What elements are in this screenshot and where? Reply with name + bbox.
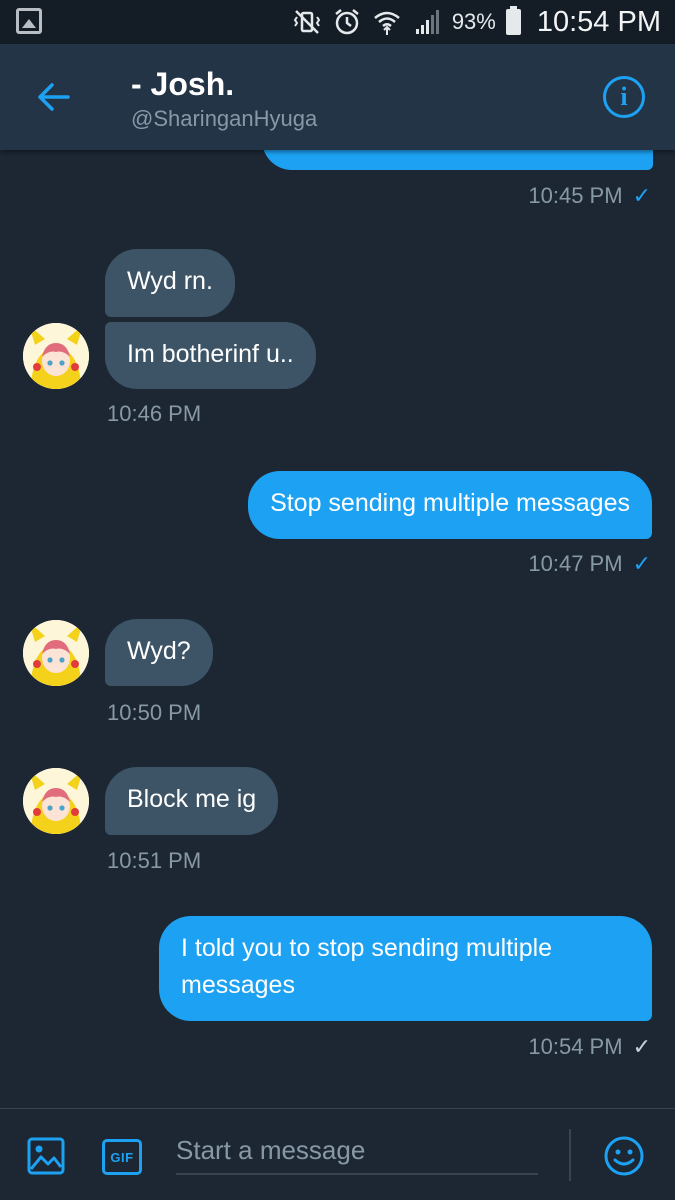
message-bubble-outgoing[interactable] [262, 150, 653, 170]
gallery-notification-icon [16, 8, 42, 34]
status-icons: 93% 10:54 PM [292, 0, 661, 44]
message-timestamp: 10:45 PM ✓ [528, 183, 651, 208]
contact-name[interactable]: - Josh. [131, 66, 234, 103]
avatar-image [23, 323, 89, 389]
add-photo-button[interactable] [27, 1137, 65, 1175]
contact-handle: @SharinganHyuga [131, 106, 318, 131]
divider [569, 1129, 571, 1181]
emoji-button[interactable] [603, 1135, 645, 1177]
signal-icon [415, 10, 439, 34]
smiley-icon [604, 1136, 644, 1176]
sent-check-icon: ✓ [632, 1034, 651, 1059]
battery-icon [505, 6, 521, 35]
vibrate-mute-icon [293, 10, 321, 34]
message-input[interactable] [176, 1127, 538, 1175]
avatar[interactable] [23, 323, 89, 389]
message-bubble-outgoing[interactable]: I told you to stop sending multiple mess… [159, 916, 652, 1021]
gif-button[interactable]: GIF [102, 1139, 142, 1175]
message-timestamp: 10:47 PM ✓ [528, 551, 651, 576]
alarm-icon [335, 9, 359, 35]
message-composer: GIF [0, 1108, 675, 1200]
message-bubble-incoming[interactable]: Im botherinf u.. [105, 322, 316, 389]
info-icon: i [620, 82, 628, 111]
message-timestamp: 10:51 PM [107, 848, 202, 873]
read-check-icon: ✓ [632, 551, 651, 576]
avatar[interactable] [23, 620, 89, 686]
avatar[interactable] [23, 768, 89, 834]
clock: 10:54 PM [536, 5, 661, 38]
image-icon [27, 1137, 65, 1175]
status-bar: 93% 10:54 PM [0, 0, 675, 44]
message-timestamp: 10:46 PM [107, 401, 202, 426]
back-button[interactable] [30, 74, 76, 120]
battery-percent: 93% [451, 9, 496, 34]
info-button[interactable]: i [603, 76, 645, 118]
message-bubble-incoming[interactable]: Block me ig [105, 767, 279, 835]
message-bubble-outgoing[interactable]: Stop sending multiple messages [248, 471, 652, 539]
message-list[interactable]: 10:45 PM ✓ Wyd rn. Im botherinf u.. 10:46… [0, 150, 675, 1108]
avatar-image [23, 620, 89, 686]
conversation-header: - Josh. @SharinganHyuga i [0, 44, 675, 150]
gif-icon: GIF [110, 1149, 134, 1165]
message-timestamp: 10:54 PM ✓ [528, 1034, 651, 1059]
arrow-left-icon [38, 83, 70, 111]
message-bubble-incoming[interactable]: Wyd rn. [105, 249, 235, 317]
read-check-icon: ✓ [632, 183, 651, 208]
avatar-image [23, 768, 89, 834]
message-bubble-incoming[interactable]: Wyd? [105, 619, 213, 686]
wifi-icon [374, 11, 400, 35]
message-timestamp: 10:50 PM [107, 700, 202, 725]
